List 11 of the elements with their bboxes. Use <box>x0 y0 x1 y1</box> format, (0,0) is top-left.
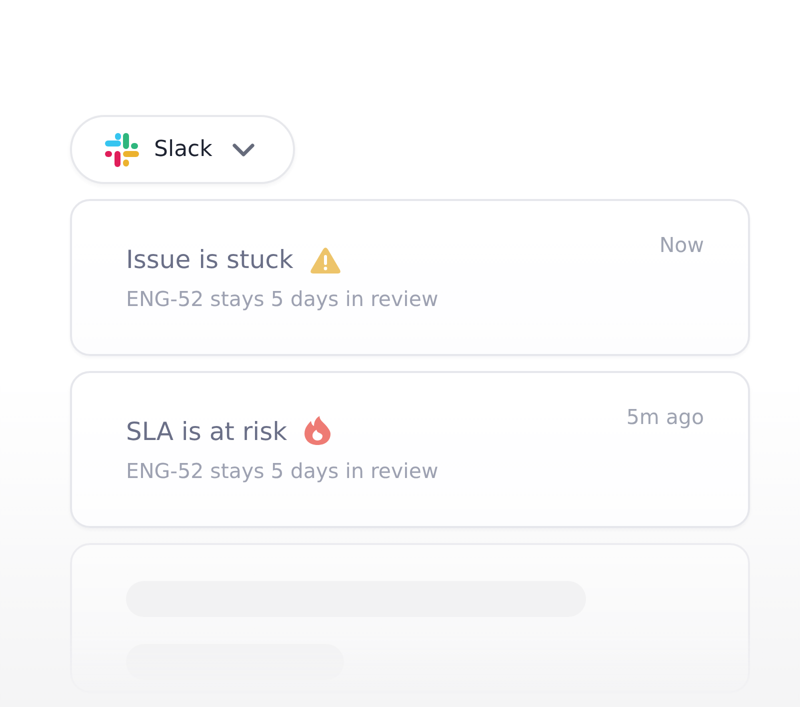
warning-icon <box>310 246 342 274</box>
notification-title: SLA is at risk <box>126 416 288 448</box>
notification-detail: ENG-52 stays 5 days in review <box>126 458 438 485</box>
flame-icon <box>304 416 332 444</box>
chevron-down-icon <box>232 142 256 156</box>
app-switcher-dropdown[interactable]: Slack <box>70 115 295 184</box>
notification-time: 5m ago <box>626 404 704 431</box>
notification-title: Issue is stuck <box>126 244 294 276</box>
notification-time: Now <box>659 232 704 259</box>
notification-detail: ENG-52 stays 5 days in review <box>126 286 438 313</box>
logo-icon <box>105 132 139 166</box>
